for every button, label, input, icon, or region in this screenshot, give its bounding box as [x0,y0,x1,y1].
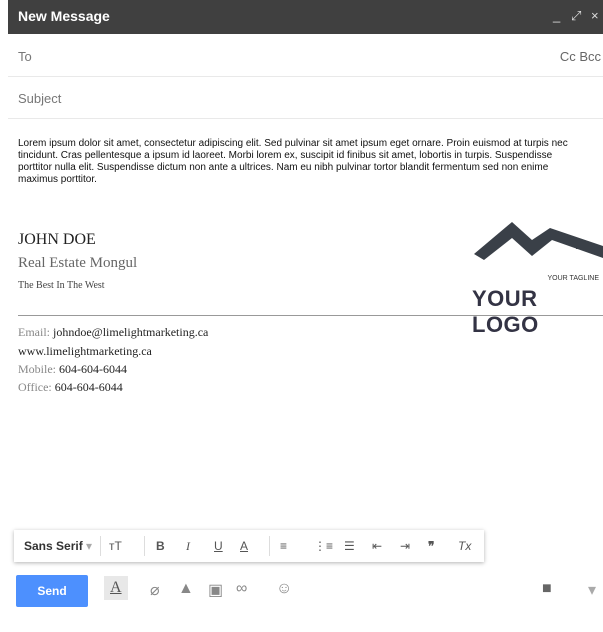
bold-icon[interactable]: B [156,539,165,553]
quote-icon[interactable]: ❞ [428,539,434,553]
signature-mobile: Mobile: 604-604-6044 [18,362,127,376]
signature-title: Real Estate Mongul [18,255,138,271]
compose-title: New Message [18,8,110,24]
clear-formatting-icon[interactable]: Tx [458,539,471,553]
close-icon[interactable]: × [591,8,599,23]
underline-icon[interactable]: U [214,539,223,553]
drive-icon[interactable]: ▲ [178,580,194,598]
chevron-down-icon: ▾ [86,539,93,553]
company-logo: YOUR TAGLINE YOUR LOGO [472,218,603,337]
website-link[interactable]: www.limelightmarketing.ca [18,344,152,359]
photo-icon[interactable]: ▣ [208,580,223,600]
formatting-toolbar: Sans Serif ▾ тT B I U A ≡ ⋮≡ ☰ ⇤ ⇥ ❞ Tx [14,530,484,562]
message-body[interactable]: Lorem ipsum dolor sit amet, consectetur … [18,138,588,186]
signature-name: JOHN DOE [18,231,96,248]
to-field[interactable]: To Cc Bcc [8,36,603,77]
numbered-list-icon[interactable]: ⋮≡ [314,539,333,553]
cc-bcc-link[interactable]: Cc Bcc [560,49,601,64]
compose-bottom-toolbar: Send A ⌀ ▲ ▣ ∞ ☺ ■ ▾ [8,568,603,614]
signature-divider [18,315,603,316]
font-family-select[interactable]: Sans Serif [24,539,83,553]
indent-less-icon[interactable]: ⇤ [372,539,382,553]
send-button[interactable]: Send [16,575,88,607]
emoji-icon[interactable]: ☺ [276,580,292,598]
minimize-icon[interactable]: _ [553,8,560,23]
text-color-icon[interactable]: A [240,539,248,553]
italic-icon[interactable]: I [186,539,190,554]
email-link[interactable]: johndoe@limelightmarketing.ca [53,325,208,339]
formatting-options-icon[interactable]: A [104,576,128,600]
compose-titlebar: New Message _ ⤢ × [8,0,603,34]
subject-label: Subject [18,91,62,106]
align-icon[interactable]: ≡ [280,539,287,553]
signature-tagline: The Best In The West [18,280,105,291]
attach-file-icon[interactable]: ⌀ [150,580,160,600]
signature-office: Office: 604-604-6044 [18,380,123,394]
logo-text: YOUR LOGO [472,286,539,337]
subject-field[interactable]: Subject [8,78,603,119]
link-icon[interactable]: ∞ [236,580,247,598]
logo-tagline: YOUR TAGLINE [547,275,599,282]
more-options-icon[interactable]: ▾ [588,580,596,600]
signature-email: Email: johndoe@limelightmarketing.ca [18,325,209,339]
expand-icon[interactable]: ⤢ [571,8,581,24]
indent-more-icon[interactable]: ⇥ [400,539,410,553]
to-label: To [18,49,32,64]
trash-icon[interactable]: ■ [542,580,552,598]
font-size-icon[interactable]: тT [109,539,122,553]
bulleted-list-icon[interactable]: ☰ [344,539,355,553]
